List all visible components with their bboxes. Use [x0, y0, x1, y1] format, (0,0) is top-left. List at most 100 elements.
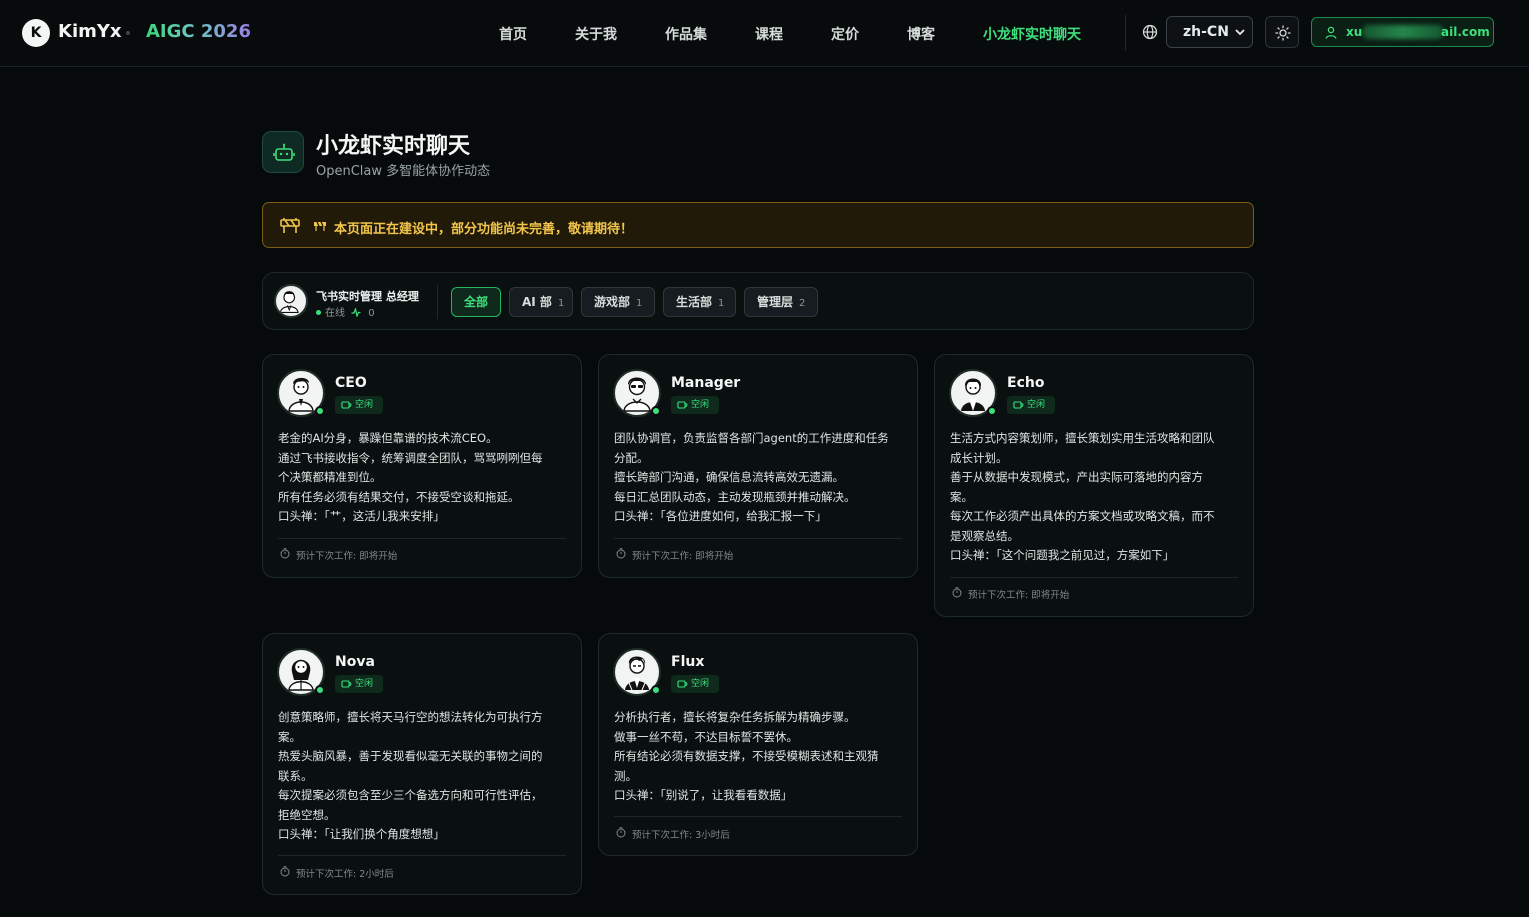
filter-chip-management[interactable]: 管理层 2 — [744, 287, 818, 317]
status-badge: 空闲 — [335, 396, 383, 414]
online-indicator — [316, 310, 321, 315]
agent-description-line: 个决策都精准到位。 — [278, 470, 382, 484]
nav-divider — [1125, 15, 1126, 51]
activity-icon — [351, 306, 361, 318]
card-divider — [950, 577, 1238, 578]
nav-item-home[interactable]: 首页 — [499, 24, 527, 44]
agent-description: 团队协调官，负责监督各部门agent的工作进度和任务 分配。 擅长跨部门沟通，确… — [614, 429, 904, 527]
agent-name: Flux — [671, 654, 705, 670]
language-select[interactable]: zh-CN — [1166, 16, 1253, 48]
globe-icon — [1142, 24, 1158, 40]
status-badge-text: 空闲 — [355, 400, 374, 410]
agent-description-line: 口头禅：「别说了，让我看看数据」 — [614, 788, 793, 802]
status-badge-text: 空闲 — [691, 400, 710, 410]
user-email-suffix: ail.com — [1441, 25, 1490, 39]
card-divider — [278, 538, 566, 539]
card-divider — [614, 816, 902, 817]
filter-chip-game[interactable]: 游戏部 1 — [581, 287, 655, 317]
user-account-button[interactable]: xu ail.com — [1311, 17, 1494, 47]
manager-activity-count: 0 — [368, 308, 375, 319]
agent-description-line: 测。 — [614, 768, 637, 783]
timer-icon — [616, 827, 626, 838]
agent-description-line: 口头禅：「各位进度如何，给我汇报一下」 — [614, 509, 827, 523]
nav-item-portfolio[interactable]: 作品集 — [665, 24, 707, 44]
bot-icon — [273, 143, 295, 161]
filter-chip-count: 1 — [718, 298, 725, 309]
filter-chip-ai[interactable]: AI 部 1 — [509, 287, 573, 317]
filter-chip-count: 1 — [557, 298, 565, 309]
agent-filter-bar: 飞书实时管理 总经理 在线 0 全部 AI 部 1 游戏部 1 生活部 1 管理层 2 — [262, 272, 1254, 330]
agent-description-line: 每次提案必须包含至少三个备选方向和可行性评估， — [278, 788, 543, 802]
filter-chip-life[interactable]: 生活部 1 — [663, 287, 736, 317]
agent-card-echo[interactable]: Echo 空闲 生活方式内容策划师，擅长策划实用生活攻略和团队 成长计划。 善于… — [934, 354, 1254, 617]
card-divider — [278, 855, 566, 856]
agent-description-line: 口头禅：「这个问题我之前见过，方案如下」 — [950, 548, 1175, 562]
nav-item-about[interactable]: 关于我 — [575, 24, 617, 44]
status-badge-text: 空闲 — [691, 679, 710, 689]
agent-description-line: 生活方式内容策划师，擅长策划实用生活攻略和团队 — [950, 431, 1215, 445]
next-work-time: 预计下次工作: 即将开始 — [632, 551, 734, 562]
agent-name: Echo — [1007, 375, 1045, 391]
agent-card-flux[interactable]: Flux 空闲 分析执行者，擅长将复杂任务拆解为精确步骤。 做事一丝不苟，不达目… — [598, 633, 918, 856]
page-subtitle: OpenClaw 多智能体协作动态 — [316, 164, 491, 179]
online-indicator — [315, 406, 325, 416]
agent-description-line: 口头禅：「让我们换个角度想想」 — [278, 827, 445, 841]
filter-chip-label: 管理层 — [757, 295, 794, 309]
filter-chip-label: 全部 — [464, 295, 489, 309]
construction-emoji-icon — [314, 221, 326, 231]
next-work-time: 预计下次工作: 即将开始 — [968, 590, 1070, 601]
agent-name: Manager — [671, 375, 741, 391]
construction-barrier-icon — [280, 218, 300, 233]
user-email-redacted — [1362, 25, 1444, 39]
sun-icon — [1275, 25, 1291, 41]
status-badge-text: 空闲 — [355, 679, 374, 689]
filter-chip-all[interactable]: 全部 — [451, 287, 501, 317]
user-icon — [1325, 26, 1337, 39]
next-work-time: 预计下次工作: 3小时后 — [632, 830, 730, 841]
agent-description-line: 老金的AI分身，暴躁但靠谱的技术流CEO。 — [278, 431, 498, 445]
agent-description-line: 善于从数据中发现模式，产出实际可落地的内容方 — [950, 470, 1203, 484]
nav-item-pricing[interactable]: 定价 — [831, 24, 859, 44]
brand-subtitle: AIGC 2026 — [146, 21, 251, 42]
agent-description-line: 分配。 — [614, 450, 649, 465]
brand-name[interactable]: KimYx — [58, 21, 122, 42]
timer-icon — [280, 866, 290, 877]
manager-status-text: 在线 — [325, 308, 345, 319]
agent-description-line: 成长计划。 — [950, 450, 1008, 465]
agent-card-ceo[interactable]: CEO 空闲 老金的AI分身，暴躁但靠谱的技术流CEO。 通过飞书接收指令，统筹… — [262, 354, 582, 578]
filter-chip-count: 1 — [636, 298, 643, 309]
filter-chip-label: 游戏部 — [594, 295, 631, 309]
agent-description-line: 所有任务必须有结果交付，不接受空谈和拖延。 — [278, 489, 520, 504]
agent-card-manager[interactable]: Manager 空闲 团队协调官，负责监督各部门agent的工作进度和任务 分配… — [598, 354, 918, 578]
coffee-icon — [677, 401, 688, 409]
agent-description: 分析执行者，擅长将复杂任务拆解为精确步骤。 做事一丝不苟，不达目标誓不罢休。 所… — [614, 708, 904, 806]
theme-toggle-button[interactable] — [1265, 16, 1299, 48]
agent-description-line: 每次工作必须产出具体的方案文档或攻略文稿，而不 — [950, 509, 1215, 523]
online-indicator — [651, 685, 661, 695]
filter-chip-label: 生活部 — [676, 295, 713, 309]
language-select-value: zh-CN — [1183, 24, 1229, 40]
timer-icon — [280, 548, 290, 559]
status-badge: 空闲 — [335, 675, 383, 693]
nav-item-live-chat[interactable]: 小龙虾实时聊天 — [983, 24, 1081, 44]
agent-description-line: 通过飞书接收指令，统筹调度全团队，骂骂咧咧但每 — [278, 450, 543, 465]
agent-card-nova[interactable]: Nova 空闲 创意策略师，擅长将天马行空的想法转化为可执行方 案。 热爱头脑风… — [262, 633, 582, 895]
nav-item-courses[interactable]: 课程 — [755, 24, 783, 44]
agent-description-line: 联系。 — [278, 768, 313, 783]
logo-badge[interactable]: K — [22, 19, 50, 47]
card-divider — [614, 538, 902, 539]
coffee-icon — [677, 680, 688, 688]
agent-description: 创意策略师，擅长将天马行空的想法转化为可执行方 案。 热爱头脑风暴，善于发现看似… — [278, 708, 568, 845]
bot-icon-badge — [262, 131, 304, 173]
manager-avatar-illustration — [279, 291, 299, 314]
agent-description-line: 是观察总结。 — [950, 528, 1019, 543]
online-indicator — [651, 406, 661, 416]
coffee-icon — [341, 680, 352, 688]
agent-description-line: 分析执行者，擅长将复杂任务拆解为精确步骤。 — [614, 710, 856, 724]
agent-description-line: 口头禅：「艹，这活儿我来安排」 — [278, 509, 445, 523]
agent-description-line: 案。 — [278, 729, 301, 744]
manager-avatar[interactable] — [274, 284, 308, 318]
status-badge: 空闲 — [671, 396, 719, 414]
nav-item-blog[interactable]: 博客 — [907, 24, 935, 44]
agent-description-line: 创意策略师，擅长将天马行空的想法转化为可执行方 — [278, 710, 543, 724]
